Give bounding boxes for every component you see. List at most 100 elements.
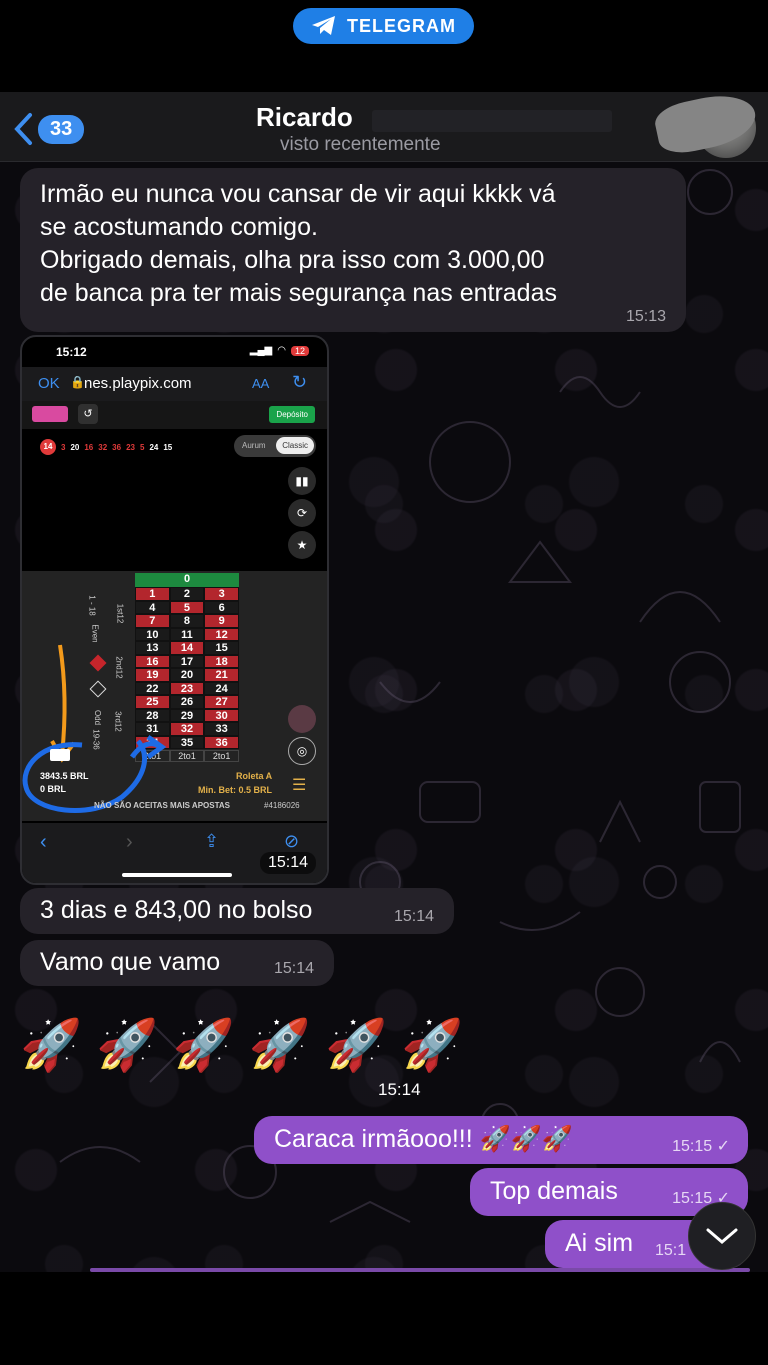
url-text: nes.playpix.com [84,375,192,392]
message-time: 15:14 [378,1080,421,1099]
signal-battery: ▂▄▆ ◠ 12 [250,345,309,356]
roulette-number: 7 [135,614,170,628]
coins-icon: ◎ [288,737,316,765]
browser-forward-icon: › [126,831,133,853]
compass-icon: ⊘ [284,831,300,851]
message-text: Ai sim [565,1229,634,1257]
recent-number: 36 [112,442,122,452]
message-text: Caraca irmãooo!!! 🚀🚀🚀 [274,1125,574,1153]
balance-amount: 3843.5 BRL [40,771,89,781]
recent-number: 5 [139,442,145,452]
refresh-icon: ↺ [78,404,98,424]
roulette-number: 1 [135,587,170,601]
browser-url-bar: OK 🔒 nes.playpix.com AA ↻ [22,367,327,401]
recent-numbers: 14 3 20 16 32 36 23 5 24 15 [40,439,172,455]
message-line: Obrigado demais, olha pra isso com 3.000… [40,246,545,274]
message-incoming[interactable]: Vamo que vamo 15:14 [20,940,334,986]
dozen-first: 1st12 [115,603,125,624]
recent-number: 20 [70,442,80,452]
no-bets-notice: NÃO SÃO ACEITAS MAIS APOSTAS [94,801,231,810]
mode-toggle: Aurum Classic [234,435,316,457]
text-size-button: AA [252,376,270,391]
roulette-number: 4 [135,600,170,614]
table-name: Roleta A [236,771,273,781]
screenshot-image[interactable]: 15:12 ▂▄▆ ◠ 12 OK 🔒 nes.playpix.com AA ↻… [20,335,329,885]
chat-header: 33 Ricardo visto recentemente [0,88,768,162]
message-time: 15:13 [625,308,666,325]
image-time: 15:14 [260,852,317,874]
roulette-number: 8 [169,614,205,628]
game-id: #4186026 [264,801,300,810]
roulette-zero: 0 [135,573,239,587]
roulette-number: 9 [204,614,239,628]
video-camera-icon [50,749,70,761]
battery-icon: 12 [290,345,309,356]
home-indicator [122,873,232,877]
message-time: 15:14 [393,908,434,925]
recent-number: 24 [149,442,159,452]
ok-button: OK [38,375,60,392]
double-check-icon: ✓ [716,1138,730,1155]
mode-aurum: Aurum [242,441,266,450]
message-time: 15:14 [273,960,314,977]
message-incoming[interactable]: 3 dias e 843,00 no bolso 15:14 [20,888,454,934]
balance-info: 3843.5 BRL 0 BRL [40,771,89,794]
message-text: Top demais [490,1177,618,1205]
chat-area[interactable]: Irmão eu nunca vou cansar de vir aqui kk… [0,162,768,1272]
phone-status-bar: 15:12 ▂▄▆ ◠ 12 [22,337,327,365]
roulette-number: 5 [169,600,205,614]
message-line: se acostumando comigo. [40,213,318,241]
mode-classic: Classic [276,437,314,454]
recent-number: 3 [61,442,66,452]
unread-count-badge: 33 [38,114,85,144]
signal-icon: ▂▄▆ [249,345,273,356]
chip-stack-icon [288,705,316,733]
contact-name[interactable]: Ricardo [256,102,353,133]
message-time: 15:1 [655,1242,687,1259]
input-bar-edge [90,1268,750,1272]
recent-number: 15 [163,442,173,452]
favorite-star-icon: ★ [288,531,316,559]
phone-clock: 15:12 [56,345,87,359]
min-bet: Min. Bet: 0.5 BRL [198,785,273,795]
share-icon: ⇪ [204,831,220,851]
site-toolbar: ↺ Depósito [22,401,327,429]
reload-icon: ↻ [292,372,308,392]
menu-icon: ☰ [292,777,307,794]
telegram-plane-icon [312,16,335,35]
recent-number: 16 [84,442,94,452]
browser-back-icon: ‹ [40,831,47,853]
message-line: Irmão eu nunca vou cansar de vir aqui kk… [40,180,556,208]
chevron-down-icon [706,1228,738,1244]
deposit-button: Depósito [269,406,315,423]
recent-number: 23 [126,442,135,452]
roulette-number: 3 [204,587,239,601]
recent-number: 14 [40,439,56,455]
message-text: Vamo que vamo [40,948,221,976]
message-time-value: 15:15 [672,1138,713,1155]
roulette-number: 2 [169,587,205,601]
lock-icon: 🔒 [70,375,85,389]
message-incoming[interactable]: Irmão eu nunca vou cansar de vir aqui kk… [20,168,686,332]
scroll-down-button[interactable] [688,1202,756,1270]
rocket-emoji-icon: 🚀🚀🚀🚀🚀🚀 [20,1017,478,1073]
back-button[interactable]: 33 [12,112,85,146]
rail-1-18: 1 - 18 [87,595,97,616]
roulette-number: 6 [204,600,239,614]
message-time: 15:15 ✓ [672,1136,730,1156]
telegram-label: TELEGRAM [347,15,456,36]
message-emoji[interactable]: 🚀🚀🚀🚀🚀🚀 [20,1017,478,1073]
gift-icon [32,406,68,422]
recent-number: 32 [98,442,108,452]
message-line: de banca pra ter mais segurança nas entr… [40,279,557,307]
wifi-icon: ◠ [277,345,286,356]
history-icon: ⟳ [288,499,316,527]
contact-status: visto recentemente [280,134,441,155]
hand-drawn-annotation [22,644,167,813]
chevron-left-icon [14,113,32,145]
telegram-banner: TELEGRAM [293,8,474,44]
stats-icon: ▮▮ [288,467,316,495]
message-text: 3 dias e 843,00 no bolso [40,896,313,924]
redacted-name [372,110,612,132]
message-outgoing[interactable]: Caraca irmãooo!!! 🚀🚀🚀 15:15 ✓ [254,1116,748,1164]
